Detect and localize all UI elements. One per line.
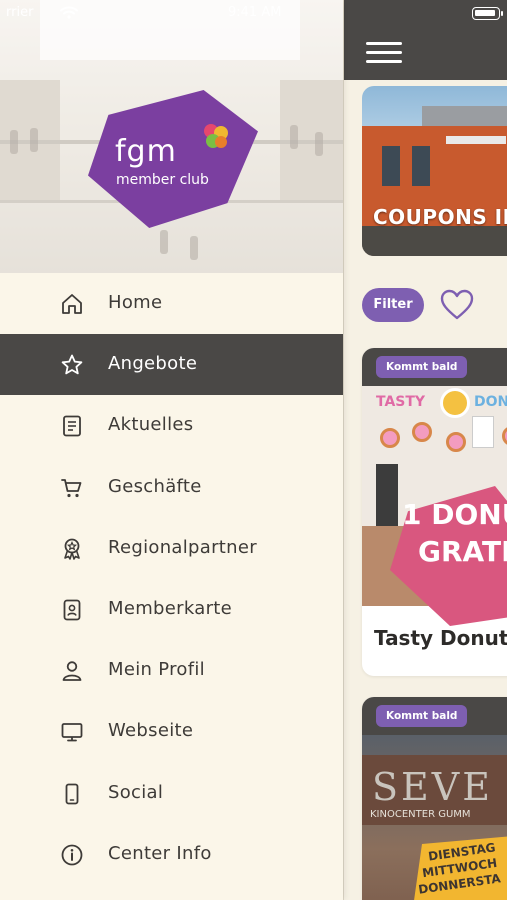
award-icon <box>64 538 80 560</box>
filter-button[interactable]: Filter <box>362 288 424 322</box>
home-icon <box>62 294 82 314</box>
menu-item-label: Webseite <box>108 720 194 742</box>
menu-item-label: Aktuelles <box>108 414 194 436</box>
menu-item-label: Home <box>108 292 163 313</box>
drawer-menu: Home Angebote Aktuelles Geschäfte Region… <box>0 273 343 885</box>
promo-line-2: GRATI <box>418 535 507 568</box>
offer-image: TASTY DONU 1 DONU GRATI <box>362 386 507 626</box>
offer-card-tasty-donuts[interactable]: Kommt bald TASTY DONU 1 DONU GRATI Tasty… <box>362 348 507 676</box>
cinema-sub-sign: KINOCENTER GUMM <box>370 809 471 820</box>
info-icon <box>61 844 83 866</box>
phone-icon <box>65 783 79 804</box>
offer-image: SEVE KINOCENTER GUMM DIENSTAG MITTWOCH D… <box>362 735 507 900</box>
member-card-icon <box>63 599 81 621</box>
promo-line-1: 1 DONU <box>402 498 507 531</box>
coming-soon-badge: Kommt bald <box>376 705 468 727</box>
logo-color-dots-icon <box>204 124 228 148</box>
menu-item-label: Regionalpartner <box>108 536 257 558</box>
cart-icon <box>61 478 82 497</box>
menu-item-angebote[interactable]: Angebote <box>0 334 343 396</box>
coming-soon-badge: Kommt bald <box>376 356 468 378</box>
menu-item-label: Memberkarte <box>108 597 233 619</box>
menu-item-regionalpartner[interactable]: Regionalpartner <box>0 518 343 579</box>
card-title: Tasty Donuts <box>374 626 507 650</box>
navigation-drawer: rrier 9:41 AM fgm member club Home Angeb… <box>0 0 343 900</box>
top-bar <box>344 0 507 80</box>
user-icon <box>62 661 82 682</box>
menu-item-webseite[interactable]: Webseite <box>0 701 343 762</box>
carrier-label: rrier <box>6 5 34 20</box>
logo-wordmark: fgm <box>115 134 177 169</box>
favorites-heart-icon[interactable] <box>440 289 474 321</box>
status-time: 9:41 AM <box>228 5 282 20</box>
menu-item-label: Geschäfte <box>108 475 202 497</box>
card-header: Kommt bald <box>362 348 507 386</box>
menu-item-mein-profil[interactable]: Mein Profil <box>0 640 343 701</box>
menu-item-home[interactable]: Home <box>0 273 343 334</box>
drawer-header-image: rrier 9:41 AM fgm member club <box>0 0 343 273</box>
menu-item-label: Angebote <box>108 353 198 375</box>
monitor-icon <box>61 723 83 742</box>
menu-item-social[interactable]: Social <box>0 763 343 824</box>
menu-item-label: Mein Profil <box>108 659 205 681</box>
menu-item-aktuelles[interactable]: Aktuelles <box>0 395 343 456</box>
cinema-sign: SEVE <box>372 765 493 809</box>
star-icon <box>61 354 83 375</box>
mascot-face <box>440 388 470 418</box>
card-header: Kommt bald <box>362 697 507 735</box>
menu-item-center-info[interactable]: Center Info <box>0 824 343 885</box>
banner-title: COUPONS IM <box>373 205 507 229</box>
coupons-banner[interactable] <box>362 86 507 256</box>
news-icon <box>63 415 81 437</box>
wifi-icon <box>60 6 78 19</box>
logo-tagline: member club <box>116 172 209 188</box>
menu-item-label: Center Info <box>108 842 212 864</box>
battery-icon <box>472 7 503 20</box>
menu-toggle-button[interactable] <box>366 40 402 66</box>
menu-item-geschaefte[interactable]: Geschäfte <box>0 457 343 518</box>
menu-item-memberkarte[interactable]: Memberkarte <box>0 579 343 640</box>
offer-card-kinocenter[interactable]: Kommt bald SEVE KINOCENTER GUMM DIENSTAG… <box>362 697 507 900</box>
shop-sign: TASTY <box>376 394 426 410</box>
menu-item-label: Social <box>108 781 164 803</box>
shop-sign-2: DONU <box>474 394 507 410</box>
